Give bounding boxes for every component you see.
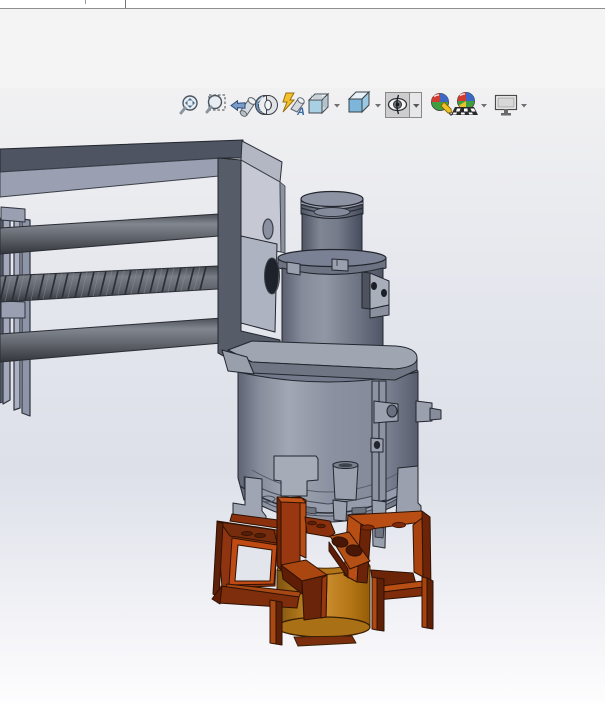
svg-text:A: A <box>296 106 305 118</box>
